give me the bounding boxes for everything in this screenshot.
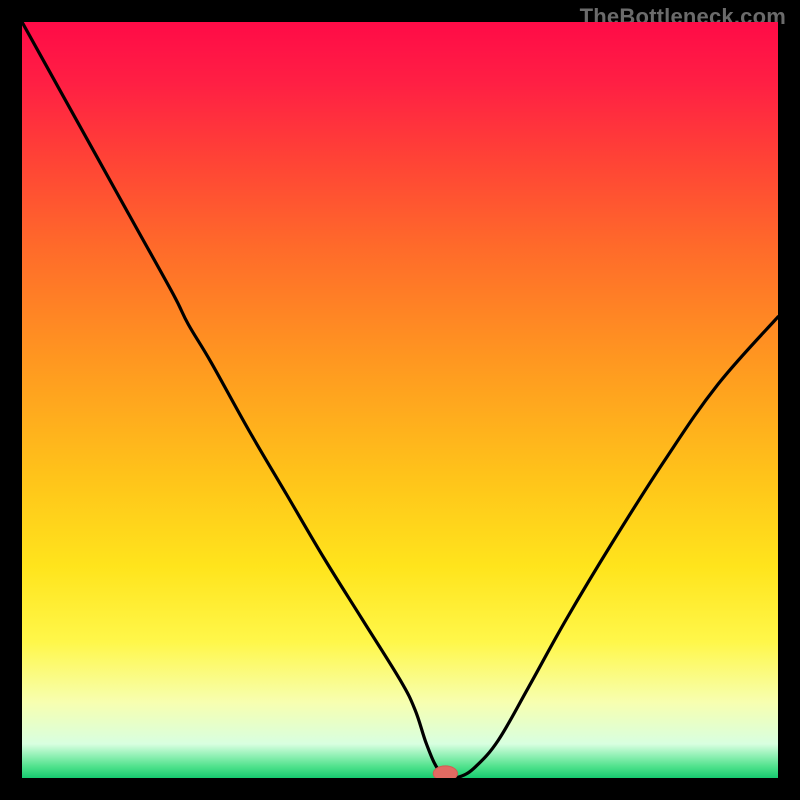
optimal-point-marker (433, 766, 457, 778)
plot-area (22, 22, 778, 778)
gradient-background (22, 22, 778, 778)
chart-frame: TheBottleneck.com (0, 0, 800, 800)
bottleneck-curve-chart (22, 22, 778, 778)
